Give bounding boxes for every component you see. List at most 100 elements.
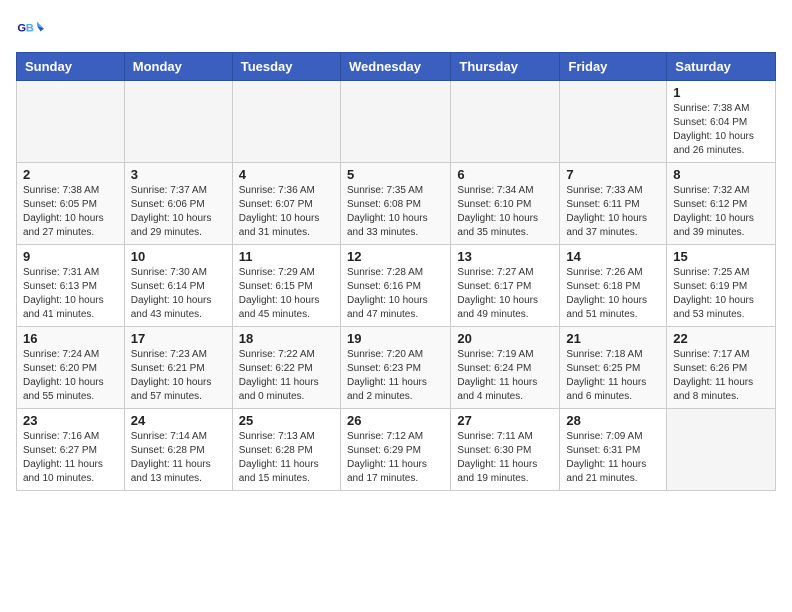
day-detail: Sunrise: 7:31 AM Sunset: 6:13 PM Dayligh… (23, 266, 118, 322)
day-detail: Sunrise: 7:35 AM Sunset: 6:08 PM Dayligh… (347, 184, 444, 240)
day-number: 18 (239, 331, 334, 346)
calendar-cell: 12Sunrise: 7:28 AM Sunset: 6:16 PM Dayli… (340, 245, 450, 327)
calendar-cell: 19 Sunrise: 7:20 AM Sunset: 6:23 PM Dayli… (340, 327, 450, 409)
calendar-cell: 1 Sunrise: 7:38 AM Sunset: 6:04 PM Daylig… (667, 81, 776, 163)
column-header-monday: Monday (124, 53, 232, 81)
day-detail: Sunrise: 7:30 AM Sunset: 6:14 PM Dayligh… (131, 266, 226, 322)
day-number: 13 (457, 249, 553, 264)
calendar-cell: 20 Sunrise: 7:19 AM Sunset: 6:24 PM Dayli… (451, 327, 560, 409)
calendar-week-1: 1 Sunrise: 7:38 AM Sunset: 6:04 PM Daylig… (17, 81, 776, 163)
day-number: 16 (23, 331, 118, 346)
calendar-cell: 23Sunrise: 7:16 AM Sunset: 6:27 PM Dayli… (17, 409, 125, 491)
day-number: 21 (566, 331, 660, 346)
calendar-cell: 9 Sunrise: 7:31 AM Sunset: 6:13 PM Daylig… (17, 245, 125, 327)
column-header-tuesday: Tuesday (232, 53, 340, 81)
day-number: 26 (347, 413, 444, 428)
day-number: 10 (131, 249, 226, 264)
calendar-cell (124, 81, 232, 163)
calendar-cell: 16 Sunrise: 7:24 AM Sunset: 6:20 PM Dayli… (17, 327, 125, 409)
day-detail: Sunrise: 7:24 AM Sunset: 6:20 PM Dayligh… (23, 348, 118, 404)
calendar-week-4: 16 Sunrise: 7:24 AM Sunset: 6:20 PM Dayli… (17, 327, 776, 409)
day-number: 3 (131, 167, 226, 182)
column-header-friday: Friday (560, 53, 667, 81)
day-detail: Sunrise: 7:16 AM Sunset: 6:27 PM Dayligh… (23, 430, 118, 486)
column-header-saturday: Saturday (667, 53, 776, 81)
column-header-sunday: Sunday (17, 53, 125, 81)
day-number: 1 (673, 85, 769, 100)
calendar-cell: 11 Sunrise: 7:29 AM Sunset: 6:15 PM Dayli… (232, 245, 340, 327)
day-detail: Sunrise: 7:22 AM Sunset: 6:22 PM Dayligh… (239, 348, 334, 404)
day-number: 27 (457, 413, 553, 428)
day-number: 17 (131, 331, 226, 346)
calendar-week-5: 23Sunrise: 7:16 AM Sunset: 6:27 PM Dayli… (17, 409, 776, 491)
calendar-cell: 2 Sunrise: 7:38 AM Sunset: 6:05 PM Daylig… (17, 163, 125, 245)
day-detail: Sunrise: 7:18 AM Sunset: 6:25 PM Dayligh… (566, 348, 660, 404)
calendar-cell: 26 Sunrise: 7:12 AM Sunset: 6:29 PM Dayli… (340, 409, 450, 491)
page-header: G B (16, 16, 776, 44)
day-detail: Sunrise: 7:23 AM Sunset: 6:21 PM Dayligh… (131, 348, 226, 404)
day-detail: Sunrise: 7:19 AM Sunset: 6:24 PM Dayligh… (457, 348, 553, 404)
calendar-cell: 25 Sunrise: 7:13 AM Sunset: 6:28 PM Dayli… (232, 409, 340, 491)
calendar-cell (340, 81, 450, 163)
calendar-cell (232, 81, 340, 163)
day-number: 7 (566, 167, 660, 182)
calendar-cell (17, 81, 125, 163)
day-number: 9 (23, 249, 118, 264)
calendar-cell (667, 409, 776, 491)
calendar-cell: 27 Sunrise: 7:11 AM Sunset: 6:30 PM Dayli… (451, 409, 560, 491)
calendar-cell: 14Sunrise: 7:26 AM Sunset: 6:18 PM Dayli… (560, 245, 667, 327)
day-number: 28 (566, 413, 660, 428)
calendar-cell: 4 Sunrise: 7:36 AM Sunset: 6:07 PM Daylig… (232, 163, 340, 245)
day-detail: Sunrise: 7:13 AM Sunset: 6:28 PM Dayligh… (239, 430, 334, 486)
calendar-week-3: 9 Sunrise: 7:31 AM Sunset: 6:13 PM Daylig… (17, 245, 776, 327)
day-detail: Sunrise: 7:09 AM Sunset: 6:31 PM Dayligh… (566, 430, 660, 486)
calendar-cell: 3 Sunrise: 7:37 AM Sunset: 6:06 PM Daylig… (124, 163, 232, 245)
day-number: 24 (131, 413, 226, 428)
calendar-cell: 10 Sunrise: 7:30 AM Sunset: 6:14 PM Dayli… (124, 245, 232, 327)
calendar-cell: 18 Sunrise: 7:22 AM Sunset: 6:22 PM Dayli… (232, 327, 340, 409)
day-detail: Sunrise: 7:29 AM Sunset: 6:15 PM Dayligh… (239, 266, 334, 322)
day-detail: Sunrise: 7:26 AM Sunset: 6:18 PM Dayligh… (566, 266, 660, 322)
column-header-wednesday: Wednesday (340, 53, 450, 81)
calendar-cell: 21 Sunrise: 7:18 AM Sunset: 6:25 PM Dayli… (560, 327, 667, 409)
calendar-cell: 13 Sunrise: 7:27 AM Sunset: 6:17 PM Dayli… (451, 245, 560, 327)
day-number: 2 (23, 167, 118, 182)
day-number: 15 (673, 249, 769, 264)
day-detail: Sunrise: 7:20 AM Sunset: 6:23 PM Dayligh… (347, 348, 444, 404)
calendar-week-2: 2 Sunrise: 7:38 AM Sunset: 6:05 PM Daylig… (17, 163, 776, 245)
day-number: 12 (347, 249, 444, 264)
calendar-cell: 6 Sunrise: 7:34 AM Sunset: 6:10 PM Daylig… (451, 163, 560, 245)
calendar-cell: 8Sunrise: 7:32 AM Sunset: 6:12 PM Daylig… (667, 163, 776, 245)
calendar-cell: 15 Sunrise: 7:25 AM Sunset: 6:19 PM Dayli… (667, 245, 776, 327)
calendar-cell: 7 Sunrise: 7:33 AM Sunset: 6:11 PM Daylig… (560, 163, 667, 245)
day-number: 22 (673, 331, 769, 346)
day-number: 19 (347, 331, 444, 346)
day-detail: Sunrise: 7:37 AM Sunset: 6:06 PM Dayligh… (131, 184, 226, 240)
calendar-header-row: SundayMondayTuesdayWednesdayThursdayFrid… (17, 53, 776, 81)
logo-icon: G B (16, 16, 44, 44)
day-detail: Sunrise: 7:25 AM Sunset: 6:19 PM Dayligh… (673, 266, 769, 322)
calendar-cell: 22Sunrise: 7:17 AM Sunset: 6:26 PM Dayli… (667, 327, 776, 409)
calendar-cell (560, 81, 667, 163)
day-number: 25 (239, 413, 334, 428)
day-detail: Sunrise: 7:11 AM Sunset: 6:30 PM Dayligh… (457, 430, 553, 486)
calendar-cell: 28 Sunrise: 7:09 AM Sunset: 6:31 PM Dayli… (560, 409, 667, 491)
calendar-table: SundayMondayTuesdayWednesdayThursdayFrid… (16, 52, 776, 491)
day-detail: Sunrise: 7:34 AM Sunset: 6:10 PM Dayligh… (457, 184, 553, 240)
day-detail: Sunrise: 7:14 AM Sunset: 6:28 PM Dayligh… (131, 430, 226, 486)
day-detail: Sunrise: 7:33 AM Sunset: 6:11 PM Dayligh… (566, 184, 660, 240)
calendar-cell (451, 81, 560, 163)
day-number: 11 (239, 249, 334, 264)
calendar-cell: 17 Sunrise: 7:23 AM Sunset: 6:21 PM Dayli… (124, 327, 232, 409)
day-detail: Sunrise: 7:38 AM Sunset: 6:05 PM Dayligh… (23, 184, 118, 240)
calendar-cell: 24 Sunrise: 7:14 AM Sunset: 6:28 PM Dayli… (124, 409, 232, 491)
calendar-cell: 5Sunrise: 7:35 AM Sunset: 6:08 PM Daylig… (340, 163, 450, 245)
day-number: 6 (457, 167, 553, 182)
day-detail: Sunrise: 7:27 AM Sunset: 6:17 PM Dayligh… (457, 266, 553, 322)
day-detail: Sunrise: 7:12 AM Sunset: 6:29 PM Dayligh… (347, 430, 444, 486)
day-detail: Sunrise: 7:38 AM Sunset: 6:04 PM Dayligh… (673, 102, 769, 158)
day-detail: Sunrise: 7:36 AM Sunset: 6:07 PM Dayligh… (239, 184, 334, 240)
day-number: 4 (239, 167, 334, 182)
day-number: 8 (673, 167, 769, 182)
day-number: 20 (457, 331, 553, 346)
